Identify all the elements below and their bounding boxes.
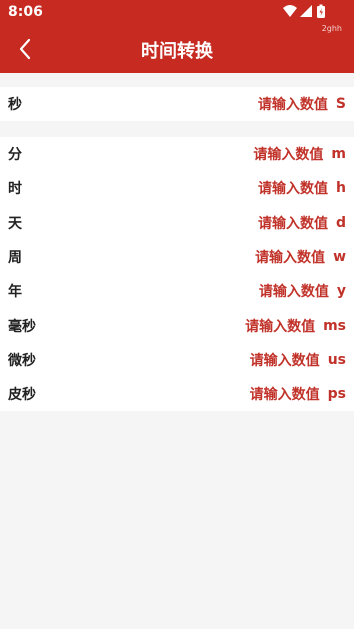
value-input[interactable]: 请输入数值 [258, 94, 328, 114]
row-label: 微秒 [8, 352, 36, 369]
row-label: 秒 [8, 97, 22, 114]
app-header: 8:06 2ghh 时间转换 [0, 0, 354, 73]
battery-icon [317, 4, 325, 18]
row-label: 毫秒 [8, 318, 36, 335]
signal-icon [300, 5, 312, 17]
value-input[interactable]: 请输入数值 [253, 144, 323, 164]
value-input[interactable]: 请输入数值 [250, 384, 320, 404]
unit-label: us [327, 351, 346, 368]
row-label: 周 [8, 250, 22, 267]
page-title: 时间转换 [141, 41, 213, 62]
conversion-row-millisecond[interactable]: 毫秒 请输入数值 ms [0, 308, 354, 342]
row-label: 皮秒 [8, 387, 36, 404]
seconds-section: 秒 请输入数值 S [0, 87, 354, 122]
unit-label: y [336, 283, 346, 300]
conversion-row-day[interactable]: 天 请输入数值 d [0, 206, 354, 240]
status-subtext: 2ghh [321, 24, 342, 33]
unit-label: S [335, 96, 346, 113]
status-time: 8:06 [8, 4, 43, 20]
conversion-list: 分 请输入数值 m 时 请输入数值 h 天 请输入数值 d 周 请输入数值 w … [0, 137, 354, 412]
value-input[interactable]: 请输入数值 [258, 178, 328, 198]
unit-label: w [333, 249, 346, 266]
value-input[interactable]: 请输入数值 [250, 350, 320, 370]
conversion-row-picosecond[interactable]: 皮秒 请输入数值 ps [0, 377, 354, 411]
value-input[interactable]: 请输入数值 [245, 316, 315, 336]
wifi-icon [283, 5, 297, 17]
conversion-row-seconds[interactable]: 秒 请输入数值 S [0, 87, 354, 121]
conversion-row-minute[interactable]: 分 请输入数值 m [0, 137, 354, 171]
unit-label: m [331, 146, 346, 163]
conversion-row-microsecond[interactable]: 微秒 请输入数值 us [0, 343, 354, 377]
value-input[interactable]: 请输入数值 [259, 281, 329, 301]
row-label: 时 [8, 181, 22, 198]
unit-label: h [336, 180, 346, 197]
conversion-row-year[interactable]: 年 请输入数值 y [0, 274, 354, 308]
row-label: 年 [8, 284, 22, 301]
row-label: 分 [8, 147, 22, 164]
unit-label: ps [327, 386, 346, 403]
unit-label: ms [323, 317, 346, 334]
conversion-row-week[interactable]: 周 请输入数值 w [0, 240, 354, 274]
conversion-row-hour[interactable]: 时 请输入数值 h [0, 171, 354, 205]
row-label: 天 [8, 215, 22, 232]
status-icons [283, 4, 325, 18]
value-input[interactable]: 请输入数值 [258, 213, 328, 233]
unit-label: d [335, 214, 346, 231]
value-input[interactable]: 请输入数值 [255, 247, 325, 267]
